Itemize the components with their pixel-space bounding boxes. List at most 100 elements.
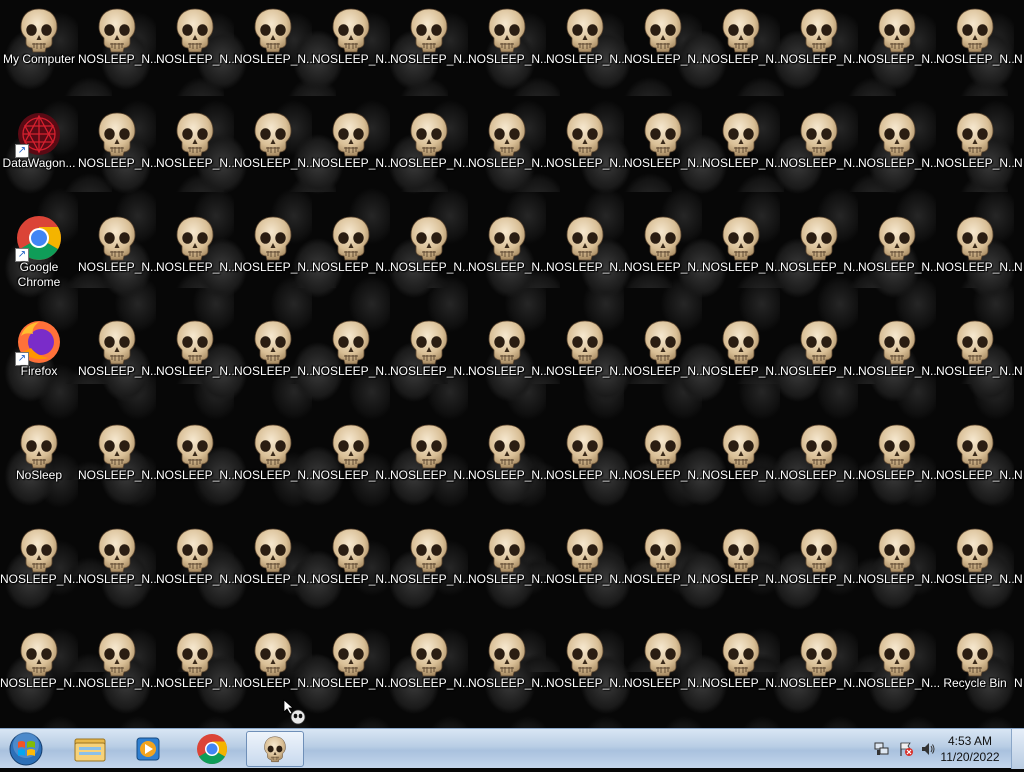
desktop-icon[interactable]: NOSLEEP_N... bbox=[858, 520, 940, 624]
desktop-icon[interactable]: NOSLEEP_N... bbox=[858, 312, 940, 416]
desktop-icon[interactable]: N bbox=[1014, 208, 1024, 312]
start-button[interactable] bbox=[4, 731, 48, 767]
desktop-icon[interactable]: N bbox=[1014, 104, 1024, 208]
desktop-icon[interactable]: NOSLEEP_N... bbox=[936, 312, 1018, 416]
desktop-icon[interactable]: NOSLEEP_N... bbox=[936, 208, 1018, 312]
desktop-icon[interactable]: NOSLEEP_N... bbox=[78, 624, 160, 728]
action-center-flag-icon[interactable] bbox=[898, 741, 914, 757]
desktop-icon[interactable]: NOSLEEP_N... bbox=[546, 520, 628, 624]
desktop-icon[interactable]: NOSLEEP_N... bbox=[546, 208, 628, 312]
desktop-icon[interactable]: NOSLEEP_N... bbox=[624, 624, 706, 728]
desktop-icon[interactable]: NOSLEEP_N... bbox=[468, 208, 550, 312]
desktop-icon[interactable]: N bbox=[1014, 0, 1024, 104]
desktop-icon[interactable]: ↗ DataWagon... bbox=[0, 104, 78, 208]
desktop-icon[interactable]: NOSLEEP_N... bbox=[390, 520, 472, 624]
desktop-icon[interactable]: NOSLEEP_N... bbox=[390, 208, 472, 312]
desktop-icon[interactable]: NOSLEEP_N... bbox=[312, 624, 394, 728]
desktop-icon[interactable]: NOSLEEP_N... bbox=[780, 624, 862, 728]
desktop-icon[interactable]: NOSLEEP_N... bbox=[546, 416, 628, 520]
desktop-icon[interactable]: NOSLEEP_N... bbox=[234, 104, 316, 208]
desktop-icon[interactable]: NOSLEEP_N... bbox=[546, 624, 628, 728]
desktop-icon[interactable]: NOSLEEP_N... bbox=[78, 208, 160, 312]
desktop-icon[interactable]: NOSLEEP_N... bbox=[468, 0, 550, 104]
desktop-icon[interactable]: NOSLEEP_N... bbox=[702, 520, 784, 624]
media-player-taskbar-button[interactable] bbox=[126, 731, 170, 767]
desktop-icon[interactable]: NOSLEEP_N... bbox=[78, 416, 160, 520]
desktop-icon[interactable]: NOSLEEP_N... bbox=[0, 624, 82, 728]
desktop-icon[interactable]: NOSLEEP_N... bbox=[156, 520, 238, 624]
desktop-icon[interactable]: N bbox=[1014, 416, 1024, 520]
desktop-icon[interactable]: NOSLEEP_N... bbox=[390, 0, 472, 104]
desktop-icon[interactable]: NOSLEEP_N... bbox=[780, 520, 862, 624]
desktop-icon[interactable]: NOSLEEP_N... bbox=[156, 208, 238, 312]
desktop-icon[interactable]: NOSLEEP_N... bbox=[468, 520, 550, 624]
file-explorer-taskbar-button[interactable] bbox=[68, 731, 112, 767]
desktop-icon[interactable]: NOSLEEP_N... bbox=[702, 312, 784, 416]
desktop-icon[interactable]: NOSLEEP_N... bbox=[546, 312, 628, 416]
desktop-icon[interactable]: NOSLEEP_N... bbox=[702, 0, 784, 104]
desktop-icon[interactable]: NOSLEEP_N... bbox=[156, 0, 238, 104]
desktop-icon[interactable]: NOSLEEP_N... bbox=[936, 0, 1018, 104]
desktop-icon[interactable]: NOSLEEP_N... bbox=[468, 104, 550, 208]
clock[interactable]: 4:53 AM 11/20/2022 bbox=[934, 733, 1006, 765]
desktop-icon[interactable]: NOSLEEP_N... bbox=[624, 0, 706, 104]
desktop-icon[interactable]: NOSLEEP_N... bbox=[390, 312, 472, 416]
desktop-icon[interactable]: NOSLEEP_N... bbox=[624, 104, 706, 208]
desktop-icon[interactable]: NOSLEEP_N... bbox=[78, 0, 160, 104]
nosleep-taskbar-button[interactable] bbox=[246, 731, 304, 767]
desktop-icon[interactable]: NOSLEEP_N... bbox=[546, 104, 628, 208]
desktop-icon[interactable]: NOSLEEP_N... bbox=[702, 416, 784, 520]
desktop-icon[interactable]: NOSLEEP_N... bbox=[78, 520, 160, 624]
desktop-icon[interactable]: NOSLEEP_N... bbox=[468, 624, 550, 728]
desktop-icon[interactable]: NOSLEEP_N... bbox=[234, 208, 316, 312]
desktop-icon[interactable]: Recycle Bin bbox=[936, 624, 1014, 728]
desktop-icon[interactable]: NOSLEEP_N... bbox=[390, 416, 472, 520]
desktop-wallpaper[interactable]: My Computer NOSLEEP_N... NOSLEEP_N... NOSLE… bbox=[0, 0, 1024, 728]
desktop-icon[interactable]: NOSLEEP_N... bbox=[312, 312, 394, 416]
desktop-icon[interactable]: NOSLEEP_N... bbox=[312, 208, 394, 312]
desktop-icon[interactable]: NOSLEEP_N... bbox=[312, 416, 394, 520]
desktop-icon[interactable]: NOSLEEP_N... bbox=[858, 416, 940, 520]
desktop-icon[interactable]: NOSLEEP_N... bbox=[624, 208, 706, 312]
desktop-icon[interactable]: NOSLEEP_N... bbox=[234, 312, 316, 416]
desktop-icon[interactable]: NOSLEEP_N... bbox=[234, 416, 316, 520]
show-desktop-button[interactable] bbox=[1011, 729, 1024, 769]
desktop-icon[interactable]: ↗ Firefox bbox=[0, 312, 78, 416]
desktop-icon[interactable]: NOSLEEP_N... bbox=[234, 0, 316, 104]
desktop-icon[interactable]: My Computer bbox=[0, 0, 78, 104]
desktop-icon[interactable]: NOSLEEP_N... bbox=[780, 104, 862, 208]
desktop-icon[interactable]: NOSLEEP_N... bbox=[0, 520, 82, 624]
desktop-icon[interactable]: NOSLEEP_N... bbox=[312, 0, 394, 104]
desktop-icon[interactable]: NOSLEEP_N... bbox=[936, 104, 1018, 208]
desktop-icon[interactable]: NOSLEEP_N... bbox=[156, 312, 238, 416]
desktop-icon[interactable]: NOSLEEP_N... bbox=[156, 104, 238, 208]
desktop-icon[interactable]: N bbox=[1014, 624, 1024, 728]
desktop-icon[interactable]: NOSLEEP_N... bbox=[936, 520, 1018, 624]
desktop-icon[interactable]: NOSLEEP_N... bbox=[624, 416, 706, 520]
desktop-icon[interactable]: NOSLEEP_N... bbox=[780, 208, 862, 312]
desktop-icon[interactable]: NOSLEEP_N... bbox=[156, 624, 238, 728]
desktop-icon[interactable]: NOSLEEP_N... bbox=[546, 0, 628, 104]
desktop-icon[interactable]: NOSLEEP_N... bbox=[390, 624, 472, 728]
desktop-icon[interactable]: NOSLEEP_N... bbox=[156, 416, 238, 520]
chrome-taskbar-button[interactable] bbox=[190, 731, 234, 767]
network-icon[interactable] bbox=[874, 741, 890, 757]
desktop-icon[interactable]: NOSLEEP_N... bbox=[78, 104, 160, 208]
desktop-icon[interactable]: NOSLEEP_N... bbox=[702, 624, 784, 728]
desktop-icon[interactable]: NOSLEEP_N... bbox=[858, 208, 940, 312]
desktop-icon[interactable]: NOSLEEP_N... bbox=[78, 312, 160, 416]
desktop-icon[interactable]: ↗ Google Chrome bbox=[0, 208, 78, 312]
desktop-icon[interactable]: NOSLEEP_N... bbox=[780, 312, 862, 416]
desktop-icon[interactable]: NOSLEEP_N... bbox=[624, 520, 706, 624]
desktop-icon[interactable]: NOSLEEP_N... bbox=[858, 104, 940, 208]
desktop-icon[interactable]: NOSLEEP_N... bbox=[780, 0, 862, 104]
desktop-icon[interactable]: NOSLEEP_N... bbox=[624, 312, 706, 416]
desktop-icon[interactable]: NOSLEEP_N... bbox=[936, 416, 1018, 520]
desktop-icon[interactable]: NoSleep bbox=[0, 416, 78, 520]
desktop-icon[interactable]: NOSLEEP_N... bbox=[702, 208, 784, 312]
desktop-icon[interactable]: NOSLEEP_N... bbox=[702, 104, 784, 208]
desktop-icon[interactable]: NOSLEEP_N... bbox=[468, 416, 550, 520]
desktop-icon[interactable]: NOSLEEP_N... bbox=[390, 104, 472, 208]
desktop-icon[interactable]: NOSLEEP_N... bbox=[780, 416, 862, 520]
desktop-icon[interactable]: NOSLEEP_N... bbox=[468, 312, 550, 416]
